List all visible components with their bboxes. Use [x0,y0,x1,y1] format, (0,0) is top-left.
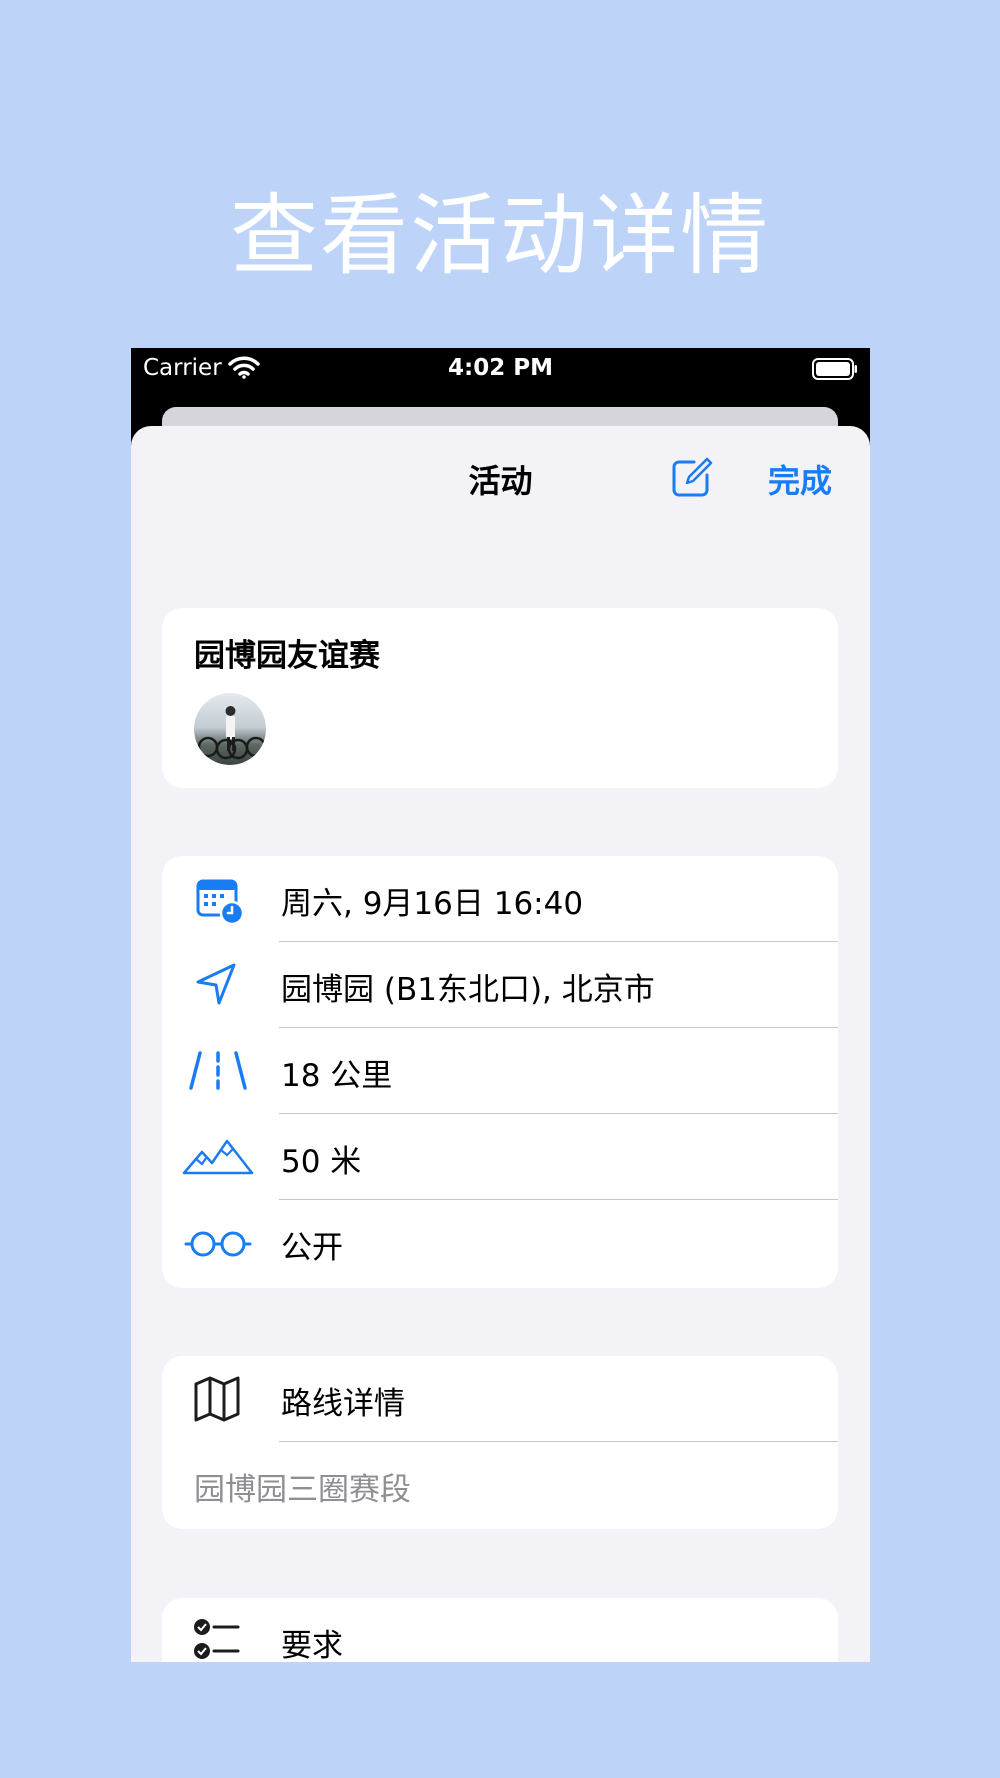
edit-icon[interactable] [669,456,713,500]
elevation-row: 50 米 [162,1114,838,1200]
route-details-row[interactable]: 路线详情 [162,1356,838,1442]
status-bar: Carrier 4:02 PM [131,348,870,408]
phone-screen: Carrier 4:02 PM 活动 完成 园博园友谊赛 周六, 9月16日 1… [131,348,870,1662]
requirements-label: 要求 [281,1628,343,1662]
route-details-label: 路线详情 [281,1386,405,1422]
route-card: 路线详情 园博园三圈赛段 [162,1356,838,1529]
distance-label: 18 公里 [281,1058,393,1094]
row-divider [279,1441,838,1442]
date-time-row: 周六, 9月16日 16:40 [162,856,838,942]
route-name: 园博园三圈赛段 [194,1472,411,1508]
glasses-icon [184,1231,252,1257]
location-row[interactable]: 园博园 (B1东北口), 北京市 [162,942,838,1028]
calendar-clock-icon [196,879,245,926]
map-icon [194,1376,240,1422]
avatar[interactable] [194,693,266,765]
activity-title-card: 园博园友谊赛 [162,608,838,788]
location-arrow-icon [196,963,236,1005]
location-label: 园博园 (B1东北口), 北京市 [281,972,655,1008]
road-icon [189,1051,247,1090]
date-time-label: 周六, 9月16日 16:40 [281,886,584,922]
requirements-card: 要求 [162,1598,838,1662]
activity-info-card: 周六, 9月16日 16:40 园博园 (B1东北口), 北京市 18 公里 5… [162,856,838,1288]
visibility-label: 公开 [281,1230,343,1266]
checklist-icon [194,1619,240,1659]
mountains-icon [182,1139,254,1175]
battery-icon [812,358,857,380]
activity-title: 园博园友谊赛 [194,638,380,674]
requirements-row[interactable]: 要求 [162,1598,838,1662]
activity-sheet: 活动 完成 园博园友谊赛 周六, 9月16日 16:40 园博园 (B1东北口)… [131,426,870,1662]
status-time: 4:02 PM [448,355,553,381]
nav-title: 活动 [468,462,533,500]
done-button[interactable]: 完成 [768,456,832,502]
promo-headline: 查看活动详情 [229,184,770,287]
distance-row: 18 公里 [162,1028,838,1114]
elevation-label: 50 米 [281,1144,362,1180]
visibility-row: 公开 [162,1200,838,1286]
